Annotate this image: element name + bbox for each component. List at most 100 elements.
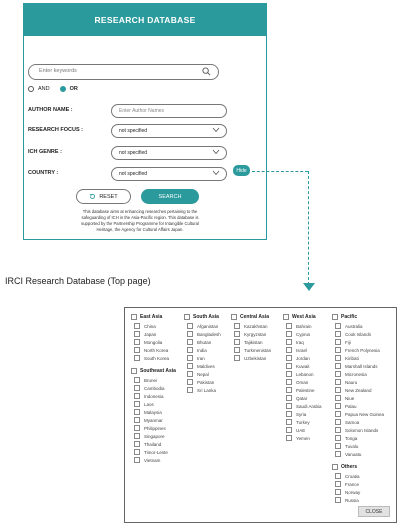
country-item[interactable]: Brunei xyxy=(134,376,176,384)
country-item[interactable]: Pakistan xyxy=(187,378,221,386)
country-checkbox[interactable] xyxy=(286,363,292,369)
country-checkbox[interactable] xyxy=(187,339,193,345)
region-checkbox[interactable] xyxy=(283,314,289,320)
country-item[interactable]: China xyxy=(134,322,176,330)
region-checkbox[interactable] xyxy=(131,368,137,374)
country-item[interactable]: Palau xyxy=(335,402,384,410)
country-checkbox[interactable] xyxy=(187,371,193,377)
country-item[interactable]: Israel xyxy=(286,346,322,354)
country-item[interactable]: Uzbekistan xyxy=(234,354,271,362)
country-checkbox[interactable] xyxy=(335,363,341,369)
country-item[interactable]: Micronesia xyxy=(335,370,384,378)
country-checkbox[interactable] xyxy=(286,371,292,377)
country-checkbox[interactable] xyxy=(134,339,140,345)
country-item[interactable]: Oman xyxy=(286,378,322,386)
country-item[interactable]: New Zealand xyxy=(335,386,384,394)
country-checkbox[interactable] xyxy=(134,385,140,391)
country-item[interactable]: Indonesia xyxy=(134,392,176,400)
country-item[interactable]: Vanuatu xyxy=(335,450,384,458)
region-west-asia[interactable]: West Asia xyxy=(283,314,322,320)
research-focus-select[interactable]: not specified xyxy=(111,124,227,138)
country-checkbox[interactable] xyxy=(335,395,341,401)
country-item[interactable]: Malaysia xyxy=(134,408,176,416)
country-item[interactable]: Norway xyxy=(335,488,384,496)
country-item[interactable]: Philippines xyxy=(134,424,176,432)
country-item[interactable]: Japan xyxy=(134,330,176,338)
country-item[interactable]: Tajikistan xyxy=(234,338,271,346)
region-south-asia[interactable]: South Asia xyxy=(184,314,221,320)
country-select[interactable]: not specified xyxy=(111,167,227,181)
country-checkbox[interactable] xyxy=(335,379,341,385)
country-item[interactable]: Fiji xyxy=(335,338,384,346)
country-checkbox[interactable] xyxy=(187,387,193,393)
country-item[interactable]: Vietnam xyxy=(134,456,176,464)
country-checkbox[interactable] xyxy=(234,339,240,345)
country-checkbox[interactable] xyxy=(187,363,193,369)
country-checkbox[interactable] xyxy=(286,355,292,361)
country-item[interactable]: Russia xyxy=(335,496,384,504)
country-checkbox[interactable] xyxy=(335,473,341,479)
country-item[interactable]: France xyxy=(335,480,384,488)
country-item[interactable]: South Korea xyxy=(134,354,176,362)
country-checkbox[interactable] xyxy=(286,435,292,441)
country-item[interactable]: Australia xyxy=(335,322,384,330)
country-item[interactable]: Tonga xyxy=(335,434,384,442)
country-checkbox[interactable] xyxy=(187,347,193,353)
country-checkbox[interactable] xyxy=(134,425,140,431)
country-item[interactable]: Laos xyxy=(134,400,176,408)
country-checkbox[interactable] xyxy=(335,419,341,425)
country-checkbox[interactable] xyxy=(286,339,292,345)
country-checkbox[interactable] xyxy=(134,393,140,399)
country-checkbox[interactable] xyxy=(335,497,341,503)
country-checkbox[interactable] xyxy=(335,403,341,409)
country-item[interactable]: Maldives xyxy=(187,362,221,370)
country-checkbox[interactable] xyxy=(134,417,140,423)
country-item[interactable]: Timor-Leste xyxy=(134,448,176,456)
country-item[interactable]: Jordan xyxy=(286,354,322,362)
country-checkbox[interactable] xyxy=(335,451,341,457)
country-item[interactable]: India xyxy=(187,346,221,354)
country-checkbox[interactable] xyxy=(134,355,140,361)
country-checkbox[interactable] xyxy=(134,457,140,463)
country-item[interactable]: Kuwait xyxy=(286,362,322,370)
country-item[interactable]: Tuvalu xyxy=(335,442,384,450)
region-others[interactable]: Others xyxy=(332,464,384,470)
country-item[interactable]: Qatar xyxy=(286,394,322,402)
country-checkbox[interactable] xyxy=(335,387,341,393)
country-checkbox[interactable] xyxy=(234,323,240,329)
country-checkbox[interactable] xyxy=(286,403,292,409)
country-checkbox[interactable] xyxy=(134,401,140,407)
country-checkbox[interactable] xyxy=(286,331,292,337)
country-checkbox[interactable] xyxy=(234,347,240,353)
country-item[interactable]: Croatia xyxy=(335,472,384,480)
country-item[interactable]: Bangladesh xyxy=(187,330,221,338)
country-item[interactable]: Sri Lanka xyxy=(187,386,221,394)
country-checkbox[interactable] xyxy=(286,323,292,329)
country-item[interactable]: Papua New Guinea xyxy=(335,410,384,418)
hide-button[interactable]: Hide xyxy=(233,165,250,176)
country-item[interactable]: Nepal xyxy=(187,370,221,378)
country-checkbox[interactable] xyxy=(335,435,341,441)
or-radio[interactable] xyxy=(59,86,66,92)
region-checkbox[interactable] xyxy=(231,314,237,320)
country-item[interactable]: Solomon Islands xyxy=(335,426,384,434)
region-checkbox[interactable] xyxy=(332,314,338,320)
country-checkbox[interactable] xyxy=(335,443,341,449)
country-checkbox[interactable] xyxy=(335,323,341,329)
country-checkbox[interactable] xyxy=(286,419,292,425)
country-item[interactable]: Kazakhstan xyxy=(234,322,271,330)
country-item[interactable]: Kiribati xyxy=(335,354,384,362)
country-checkbox[interactable] xyxy=(286,379,292,385)
country-checkbox[interactable] xyxy=(286,347,292,353)
search-icon[interactable] xyxy=(202,67,211,76)
country-item[interactable]: Myanmar xyxy=(134,416,176,424)
country-checkbox[interactable] xyxy=(134,441,140,447)
country-item[interactable]: Iran xyxy=(187,354,221,362)
country-item[interactable]: Cambodia xyxy=(134,384,176,392)
country-checkbox[interactable] xyxy=(286,387,292,393)
region-pacific[interactable]: Pacific xyxy=(332,314,384,320)
reset-button[interactable]: RESET xyxy=(76,189,131,204)
country-item[interactable]: North Korea xyxy=(134,346,176,354)
country-checkbox[interactable] xyxy=(134,347,140,353)
country-item[interactable]: Samoa xyxy=(335,418,384,426)
